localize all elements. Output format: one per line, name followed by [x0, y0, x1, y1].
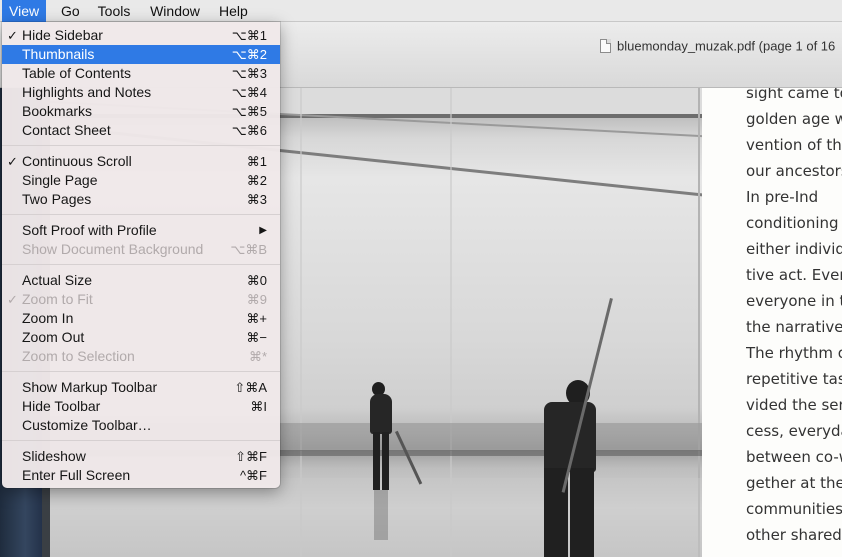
- menu-separator: [2, 440, 280, 441]
- menu-item-contact-sheet[interactable]: Contact Sheet ⌥⌘6: [2, 121, 280, 140]
- page-text-line: our ancestors: [746, 162, 842, 180]
- menu-item-shortcut: ⌘3: [246, 192, 267, 207]
- page-text-line: between co-w: [746, 448, 842, 466]
- menu-item-shortcut: ⌘1: [246, 154, 267, 169]
- menu-item-zoom-to-fit: ✓ Zoom to Fit ⌘9: [2, 290, 280, 309]
- page-text-line: tive act. Even: [746, 266, 842, 284]
- menu-item-shortcut: ⌥⌘4: [231, 85, 267, 100]
- page-text-line: The rhythm o: [746, 344, 842, 362]
- page-text-column: sight came to golden age w vention of the o…: [746, 88, 842, 548]
- page-text-line: everyone in th: [746, 292, 842, 310]
- page-text-line: conditioning o: [746, 214, 842, 232]
- menu-item-shortcut: ⌘2: [246, 173, 267, 188]
- page-text-line: golden age w: [746, 110, 842, 128]
- menu-item-zoom-out[interactable]: Zoom Out ⌘−: [2, 328, 280, 347]
- menu-item-single-page[interactable]: Single Page ⌘2: [2, 171, 280, 190]
- page-text-line: communities h: [746, 500, 842, 518]
- menu-item-label: Customize Toolbar…: [22, 417, 152, 433]
- menu-item-shortcut: ⌥⌘2: [231, 47, 267, 62]
- menu-item-slideshow[interactable]: Slideshow ⇧⌘F: [2, 447, 280, 466]
- menu-item-show-document-background: Show Document Background ⌥⌘B: [2, 240, 280, 259]
- menu-item-shortcut: ⌥⌘6: [231, 123, 267, 138]
- menu-item-label: Show Document Background: [22, 241, 204, 257]
- page-text-line: repetitive task: [746, 370, 842, 388]
- menubar-item-view[interactable]: View: [2, 0, 46, 22]
- menu-item-thumbnails[interactable]: Thumbnails ⌥⌘2: [2, 45, 280, 64]
- menubar-item-go[interactable]: Go: [54, 0, 84, 22]
- menu-item-zoom-to-selection: Zoom to Selection ⌘*: [2, 347, 280, 366]
- menu-item-hide-sidebar[interactable]: ✓ Hide Sidebar ⌥⌘1: [2, 26, 280, 45]
- menu-item-label: Two Pages: [22, 191, 92, 207]
- menu-separator: [2, 145, 280, 146]
- menu-item-bookmarks[interactable]: Bookmarks ⌥⌘5: [2, 102, 280, 121]
- checkmark-icon: ✓: [7, 154, 18, 169]
- document-title-area: bluemonday_muzak.pdf (page 1 of 16: [600, 37, 835, 55]
- menu-item-shortcut: ⌘I: [250, 399, 267, 414]
- menu-item-label: Zoom In: [22, 310, 74, 326]
- menu-item-shortcut: ⌘9: [246, 292, 267, 307]
- menu-item-label: Enter Full Screen: [22, 467, 131, 483]
- menu-item-label: Soft Proof with Profile: [22, 222, 157, 238]
- menu-item-continuous-scroll[interactable]: ✓ Continuous Scroll ⌘1: [2, 152, 280, 171]
- checkmark-icon: ✓: [7, 28, 18, 43]
- page-text-line: vided the sen: [746, 396, 842, 414]
- menu-item-label: Single Page: [22, 172, 98, 188]
- menu-item-label: Hide Toolbar: [22, 398, 101, 414]
- menu-item-label: Bookmarks: [22, 103, 93, 119]
- page-text-line: vention of the: [746, 136, 842, 154]
- menubar-item-window[interactable]: Window: [142, 0, 208, 22]
- menu-item-enter-full-screen[interactable]: Enter Full Screen ^⌘F: [2, 466, 280, 485]
- menu-item-hide-toolbar[interactable]: Hide Toolbar ⌘I: [2, 397, 280, 416]
- menu-item-label: Zoom to Fit: [22, 291, 93, 307]
- menu-item-label: Slideshow: [22, 448, 86, 464]
- menu-item-soft-proof-with-profile[interactable]: Soft Proof with Profile ▶: [2, 221, 280, 240]
- menu-item-label: Zoom Out: [22, 329, 85, 345]
- page-text-line: either individu: [746, 240, 842, 258]
- menu-item-shortcut: ⌘−: [246, 330, 267, 345]
- menu-item-highlights-and-notes[interactable]: Highlights and Notes ⌥⌘4: [2, 83, 280, 102]
- menu-bar: View Go Tools Window Help: [0, 0, 842, 22]
- page-text-line: the narrative,: [746, 318, 842, 336]
- menu-item-shortcut: ⇧⌘F: [235, 449, 267, 464]
- menu-item-label: Table of Contents: [22, 65, 131, 81]
- page-text-line: sight came to: [746, 88, 842, 102]
- menu-item-shortcut: ⇧⌘A: [234, 380, 267, 395]
- menu-item-two-pages[interactable]: Two Pages ⌘3: [2, 190, 280, 209]
- menu-item-shortcut: ⌥⌘5: [231, 104, 267, 119]
- menubar-item-help[interactable]: Help: [212, 0, 254, 22]
- menu-item-shortcut: ^⌘F: [239, 468, 267, 483]
- menu-item-label: Zoom to Selection: [22, 348, 135, 364]
- menu-item-label: Thumbnails: [22, 46, 95, 62]
- menu-item-label: Actual Size: [22, 272, 93, 288]
- menu-item-show-markup-toolbar[interactable]: Show Markup Toolbar ⇧⌘A: [2, 378, 280, 397]
- menu-separator: [2, 264, 280, 265]
- page-text-line: other shared: [746, 526, 842, 544]
- menu-item-shortcut: ⌥⌘3: [231, 66, 267, 81]
- submenu-arrow-icon: ▶: [259, 225, 267, 236]
- menu-item-zoom-in[interactable]: Zoom In ⌘+: [2, 309, 280, 328]
- menu-item-shortcut: ⌥⌘B: [230, 242, 267, 257]
- menu-item-label: Contact Sheet: [22, 122, 111, 138]
- menu-item-table-of-contents[interactable]: Table of Contents ⌥⌘3: [2, 64, 280, 83]
- menu-item-shortcut: ⌥⌘1: [231, 28, 267, 43]
- view-menu-dropdown: ✓ Hide Sidebar ⌥⌘1 Thumbnails ⌥⌘2 Table of Co…: [2, 22, 280, 488]
- page-text-line: cess, everyday: [746, 422, 842, 440]
- menu-item-actual-size[interactable]: Actual Size ⌘0: [2, 271, 280, 290]
- pdf-document-icon: [600, 38, 611, 53]
- document-title: bluemonday_muzak.pdf (page 1 of 16: [617, 38, 836, 54]
- page-text-line: In pre-Ind: [746, 188, 819, 206]
- menu-item-label: Hide Sidebar: [22, 27, 103, 43]
- menu-item-label: Show Markup Toolbar: [22, 379, 158, 395]
- menu-item-shortcut: ⌘*: [248, 349, 267, 364]
- menu-item-shortcut: ⌘+: [246, 311, 267, 326]
- menu-separator: [2, 214, 280, 215]
- menu-separator: [2, 371, 280, 372]
- menu-item-label: Continuous Scroll: [22, 153, 132, 169]
- menubar-item-tools[interactable]: Tools: [90, 0, 138, 22]
- menu-item-label: Highlights and Notes: [22, 84, 152, 100]
- menu-item-customize-toolbar[interactable]: Customize Toolbar…: [2, 416, 280, 435]
- page-text-line: gether at the: [746, 474, 842, 492]
- checkmark-icon: ✓: [7, 292, 18, 307]
- menu-item-shortcut: ⌘0: [246, 273, 267, 288]
